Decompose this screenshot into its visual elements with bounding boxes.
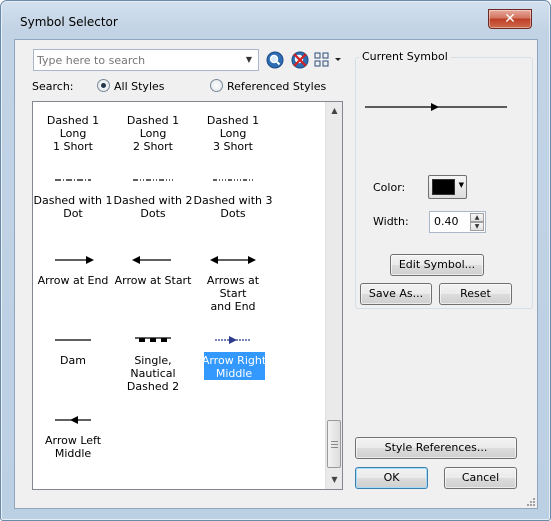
reset-button[interactable]: Reset <box>439 283 512 305</box>
style-references-button[interactable]: Style References... <box>355 437 517 459</box>
symbol-label: Dashed 1 Long 1 Short <box>46 114 100 153</box>
list-scrollbar[interactable]: ▲ ▼ <box>325 102 342 489</box>
width-value[interactable]: 0.40 <box>434 215 459 228</box>
symbol-item[interactable]: Arrow at End <box>33 246 113 326</box>
symbol-item[interactable]: Arrow at Start <box>113 246 193 326</box>
cancel-button[interactable]: Cancel <box>444 467 517 489</box>
symbol-item[interactable]: Arrow Left Middle <box>33 406 113 486</box>
symbol-label: Dashed 1 Long 2 Short <box>126 114 180 153</box>
dashed-1-long-3-short-preview <box>193 101 273 114</box>
symbol-label: Single, Nautical Dashed 2 <box>126 354 180 393</box>
symbol-item[interactable]: Single, Nautical Dashed 2 <box>113 326 193 406</box>
width-stepper[interactable]: 0.40 ▲ ▼ <box>429 211 486 233</box>
symbol-selector-window: Symbol Selector ✕ ▼ Search <box>0 0 551 521</box>
spin-up-icon[interactable]: ▲ <box>470 213 484 222</box>
color-picker-button[interactable]: ▼ <box>428 175 467 199</box>
symbol-list[interactable]: Dashed 1 Long 1 Short Dashed 1 Long 2 Shor… <box>32 101 343 490</box>
symbol-item[interactable]: Dashed 1 Long 3 Short <box>193 101 273 166</box>
radio-referenced-styles-label[interactable]: Referenced Styles <box>227 80 326 93</box>
current-symbol-preview <box>365 103 507 111</box>
search-input[interactable] <box>37 52 233 68</box>
edit-symbol-button[interactable]: Edit Symbol... <box>390 254 484 276</box>
dashed-with-2-dots-preview <box>133 179 173 181</box>
title-bar[interactable]: Symbol Selector ✕ <box>1 1 550 32</box>
radio-referenced-styles[interactable] <box>210 79 223 92</box>
symbol-label: Arrow Left Middle <box>44 434 102 460</box>
save-as-button[interactable]: Save As... <box>360 283 432 305</box>
symbol-item[interactable]: Dashed 1 Long 2 Short <box>113 101 193 166</box>
symbol-item[interactable]: Dam <box>33 326 113 406</box>
chevron-down-icon: ▼ <box>458 181 464 189</box>
radio-all-styles-label[interactable]: All Styles <box>114 80 165 93</box>
arrow-at-end-preview <box>55 256 94 264</box>
window-title: Symbol Selector <box>20 15 118 29</box>
search-scope-label: Search: <box>32 80 74 93</box>
dashed-with-3-dots-preview <box>213 179 253 181</box>
symbol-item[interactable]: Dashed with 3 Dots <box>193 166 273 246</box>
symbol-item[interactable]: Dashed with 1 Dot <box>33 166 113 246</box>
spin-down-icon[interactable]: ▼ <box>470 222 484 231</box>
dashed-with-1-dot-preview <box>55 179 91 181</box>
color-swatch <box>432 179 455 195</box>
width-label: Width: <box>373 215 409 228</box>
symbol-item[interactable]: Arrows at Start and End <box>193 246 273 326</box>
scroll-up-icon[interactable]: ▲ <box>326 102 342 119</box>
chevron-down-icon[interactable]: ▼ <box>242 53 256 67</box>
symbol-label: Dashed 1 Long 3 Short <box>206 114 260 153</box>
search-combobox[interactable]: ▼ <box>33 49 259 71</box>
ok-button[interactable]: OK <box>355 467 428 489</box>
symbol-label: Arrow at Start <box>114 274 192 287</box>
search-icon[interactable] <box>265 50 285 70</box>
arrows-at-start-and-end-preview <box>210 256 256 264</box>
symbol-label: Dashed with 1 Dot <box>33 194 113 220</box>
arrow-at-start-preview <box>132 256 171 264</box>
close-icon: ✕ <box>504 11 516 27</box>
current-symbol-label: Current Symbol <box>359 50 451 63</box>
symbol-label: Arrow Right Middle <box>201 354 267 380</box>
symbol-label: Arrows at Start and End <box>206 274 260 313</box>
symbol-label: Dashed with 3 Dots <box>193 194 273 220</box>
scroll-down-icon[interactable]: ▼ <box>326 471 342 488</box>
symbol-label: Arrow at End <box>37 274 109 287</box>
arrow-left-middle-preview <box>55 416 91 424</box>
symbol-label: Dam <box>60 354 86 367</box>
symbol-item[interactable]: Dashed with 2 Dots <box>113 166 193 246</box>
clear-search-icon[interactable] <box>290 50 310 70</box>
close-button[interactable]: ✕ <box>488 9 532 29</box>
symbol-item-selected[interactable]: Arrow Right Middle <box>202 326 283 406</box>
dashed-1-long-1-short-preview <box>33 101 113 114</box>
symbol-label: Dashed with 2 Dots <box>113 194 193 220</box>
single-nautical-dashed-2-preview <box>135 337 171 342</box>
view-options-icon[interactable] <box>314 50 346 70</box>
dam-preview <box>55 339 91 341</box>
scroll-thumb[interactable] <box>327 420 341 468</box>
radio-all-styles[interactable] <box>97 79 110 92</box>
resize-grip-icon[interactable] <box>526 497 536 507</box>
dialog-client-area: ▼ Search: All Styles Referenced Styles <box>14 39 538 509</box>
color-label: Color: <box>373 181 406 194</box>
symbol-item[interactable]: Dashed 1 Long 1 Short <box>33 101 113 166</box>
dashed-1-long-2-short-preview <box>113 101 193 114</box>
arrow-right-middle-preview <box>215 336 251 344</box>
